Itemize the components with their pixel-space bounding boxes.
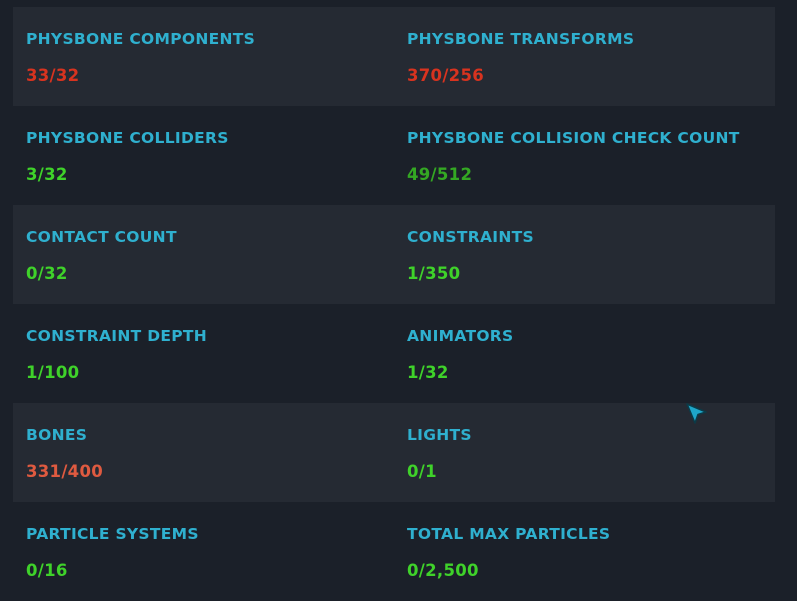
stat-value: 3/32 [26, 165, 68, 184]
stat-value: 49/512 [407, 165, 473, 184]
stat-value: 0/1 [407, 462, 437, 481]
stat-value: 370/256 [407, 66, 485, 85]
mouse-pointer-arrow-icon [686, 403, 707, 424]
stat-label: PHYSBONE COLLIDERS [26, 129, 229, 147]
stat-label: CONSTRAINT DEPTH [26, 327, 208, 345]
stat-label: PHYSBONE COLLISION CHECK COUNT [407, 129, 740, 147]
stat-label: BONES [26, 426, 88, 444]
stat-label: LIGHTS [407, 426, 472, 444]
stat-label: TOTAL MAX PARTICLES [407, 525, 611, 543]
stat-value: 331/400 [26, 462, 104, 481]
stat-label: CONSTRAINTS [407, 228, 534, 246]
stats-row-bones: BONES 331/400 LIGHTS 0/1 [13, 403, 775, 502]
stat-value: 0/32 [26, 264, 68, 283]
stat-label: PHYSBONE COMPONENTS [26, 30, 256, 48]
stat-label: CONTACT COUNT [26, 228, 177, 246]
stats-row-particle-systems: PARTICLE SYSTEMS 0/16 TOTAL MAX PARTICLE… [13, 502, 775, 601]
stat-value: 1/100 [26, 363, 80, 382]
stat-value: 0/2,500 [407, 561, 479, 580]
stats-row-contact-count: CONTACT COUNT 0/32 CONSTRAINTS 1/350 [13, 205, 775, 304]
stats-row-physbone-colliders: PHYSBONE COLLIDERS 3/32 PHYSBONE COLLISI… [13, 106, 775, 205]
stat-label: PHYSBONE TRANSFORMS [407, 30, 635, 48]
stats-row-physbone-components: PHYSBONE COMPONENTS 33/32 PHYSBONE TRANS… [13, 7, 775, 106]
stat-label: ANIMATORS [407, 327, 514, 345]
stat-value: 1/32 [407, 363, 449, 382]
stat-label: PARTICLE SYSTEMS [26, 525, 199, 543]
stat-value: 1/350 [407, 264, 461, 283]
performance-stats-panel: PHYSBONE COMPONENTS 33/32 PHYSBONE TRANS… [13, 7, 775, 601]
stat-value: 33/32 [26, 66, 80, 85]
stat-value: 0/16 [26, 561, 68, 580]
stats-row-constraint-depth: CONSTRAINT DEPTH 1/100 ANIMATORS 1/32 [13, 304, 775, 403]
